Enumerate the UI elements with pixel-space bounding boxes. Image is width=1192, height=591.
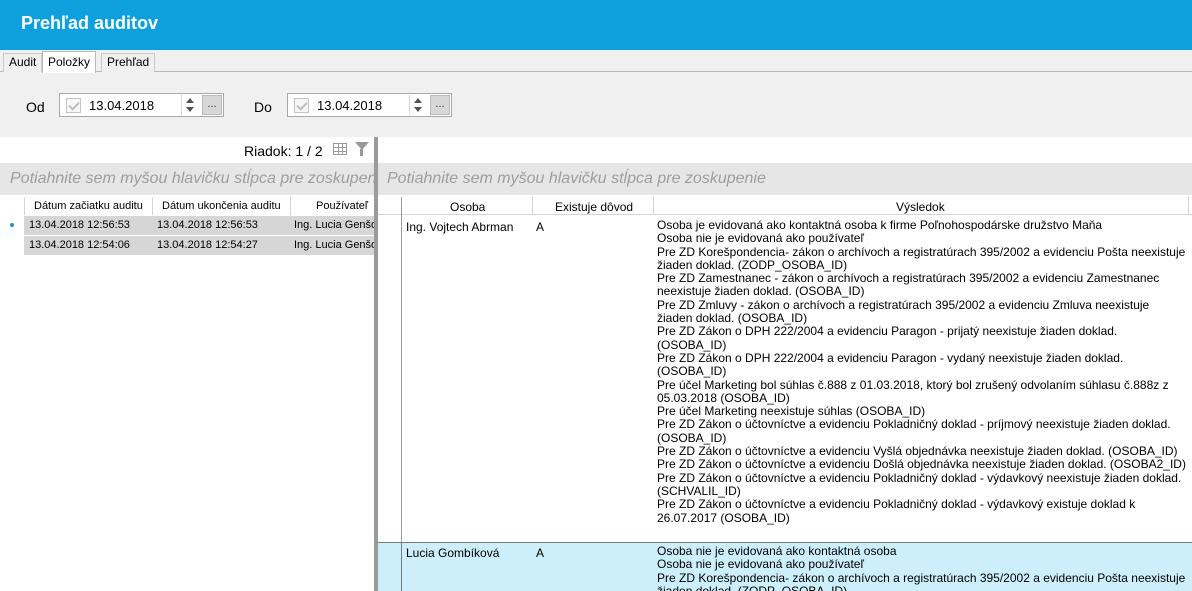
result-line: Pre ZD Zákon o účtovníctve a evidenciu P…	[657, 497, 1136, 525]
tab-polozky[interactable]: Položky	[42, 51, 97, 73]
audit-list-pane: Riadok: 1 / 2 Potiahnite sem myšou hlavi…	[0, 137, 374, 591]
col-header-osoba[interactable]: Osoba	[450, 200, 485, 214]
result-line: Pre ZD Zákon o účtovníctve a evidenciu P…	[657, 417, 1171, 445]
table-row[interactable]: 13.04.2018 12:56:53 13.04.2018 12:56:53 …	[24, 216, 374, 235]
cell-vysledok: Osoba je evidovaná ako kontaktná osoba k…	[657, 218, 1187, 525]
table-row[interactable]: 13.04.2018 12:54:06 13.04.2018 12:54:27 …	[24, 236, 374, 255]
row-counter: Riadok: 1 / 2	[244, 143, 323, 159]
from-label: Od	[26, 99, 45, 115]
table-row-selected[interactable]: Lucia Gombíková A Osoba nie je evidovaná…	[378, 542, 1192, 591]
cell-vysledok: Osoba nie je evidovaná ako kontaktná oso…	[657, 544, 1187, 591]
cell-end: 13.04.2018 12:56:53	[157, 219, 258, 231]
result-line: Pre ZD Zákon o DPH 222/2004 a evidenciu …	[657, 350, 1124, 379]
to-date-ellipsis-button[interactable]: ...	[430, 95, 450, 115]
result-line: Pre ZD Zamestnanec - zákon o archívoch a…	[657, 271, 1160, 299]
row-info-bar: Riadok: 1 / 2	[0, 137, 374, 163]
col-header-dovod[interactable]: Existuje dôvod	[555, 200, 633, 214]
tab-strip: Audit Položky Prehľad	[0, 50, 1192, 73]
to-date-checkbox[interactable]	[294, 98, 309, 113]
right-grid-header: Osoba Existuje dôvod Výsledok	[378, 197, 1192, 215]
result-line: Osoba nie je evidovaná ako kontaktná oso…	[657, 544, 897, 558]
cell-dovod: A	[536, 546, 545, 560]
result-pane: Potiahnite sem myšou hlavičku stĺpca pre…	[378, 137, 1192, 591]
result-line: Pre ZD Zákon o DPH 222/2004 a evidenciu …	[657, 324, 1118, 352]
from-date-checkbox[interactable]	[66, 98, 81, 113]
spin-up-icon[interactable]	[414, 98, 422, 103]
tab-prehlad[interactable]: Prehľad	[101, 53, 156, 72]
table-row[interactable]: Ing. Vojtech Abrman A Osoba je evidovaná…	[378, 216, 1192, 542]
date-filter-bar: Od 13.04.2018 ... Do 13.04.2018 ...	[0, 72, 1192, 137]
page-title: Prehľad auditov	[21, 13, 158, 33]
to-date-picker[interactable]: 13.04.2018 ...	[287, 93, 452, 117]
cell-osoba: Ing. Vojtech Abrman	[406, 220, 514, 234]
cell-start: 13.04.2018 12:54:06	[29, 239, 130, 251]
cell-end: 13.04.2018 12:54:27	[157, 239, 258, 251]
col-header-end[interactable]: Dátum ukončenia auditu	[162, 200, 281, 212]
spin-down-icon[interactable]	[414, 107, 422, 112]
result-line: Osoba je evidovaná ako kontaktná osoba k…	[657, 218, 1103, 232]
result-line: Pre ZD Zmluvy - zákon o archívoch a regi…	[657, 297, 1150, 326]
filter-icon[interactable]	[355, 142, 369, 156]
left-group-panel[interactable]: Potiahnite sem myšou hlavičku stĺpca pre…	[0, 163, 374, 195]
col-header-vysledok[interactable]: Výsledok	[896, 200, 945, 214]
from-date-spinner[interactable]	[181, 95, 199, 115]
result-line: Osoba nie je evidovaná ako používateľ	[657, 557, 864, 572]
from-date-ellipsis-button[interactable]: ...	[202, 95, 222, 115]
result-line: Pre ZD Korešpondencia- zákon o archívoch…	[657, 244, 1186, 272]
to-date-value[interactable]: 13.04.2018	[317, 98, 382, 113]
cell-start: 13.04.2018 12:56:53	[29, 219, 130, 231]
left-grid-header: Dátum začiatku auditu Dátum ukončenia au…	[0, 197, 374, 215]
result-line: Pre ZD Zákon o účtovníctve a evidenciu P…	[657, 470, 1182, 498]
result-line: Pre účel Marketing neexistuje súhlas (OS…	[657, 404, 926, 419]
col-header-start[interactable]: Dátum začiatku auditu	[34, 200, 143, 212]
result-line: Osoba nie je evidovaná ako používateľ	[657, 231, 864, 246]
cell-user: Ing. Lucia Genšor	[294, 239, 374, 251]
result-line: Pre ZD Zákon o účtovníctve a evidenciu D…	[657, 457, 1186, 472]
col-header-user[interactable]: Používateľ	[316, 200, 368, 212]
to-label: Do	[254, 99, 272, 115]
cell-user: Ing. Lucia Genšor	[294, 219, 374, 231]
cell-dovod: A	[536, 220, 545, 234]
result-line: Pre ZD Korešpondencia- zákon o archívoch…	[657, 570, 1186, 591]
to-date-spinner[interactable]	[409, 95, 427, 115]
result-line: Pre účel Marketing bol súhlas č.888 z 01…	[657, 377, 1169, 405]
spin-up-icon[interactable]	[186, 98, 194, 103]
right-group-panel[interactable]: Potiahnite sem myšou hlavičku stĺpca pre…	[378, 163, 1192, 195]
result-line: Pre ZD Zákon o účtovníctve a evidenciu V…	[657, 444, 1178, 459]
cell-osoba: Lucia Gombíková	[406, 546, 500, 560]
current-row-indicator	[10, 223, 14, 227]
tab-audit[interactable]: Audit	[3, 53, 43, 72]
from-date-value[interactable]: 13.04.2018	[89, 98, 154, 113]
from-date-picker[interactable]: 13.04.2018 ...	[59, 93, 224, 117]
grid-layout-icon[interactable]	[333, 143, 347, 155]
title-bar: Prehľad auditov	[0, 0, 1192, 50]
spin-down-icon[interactable]	[186, 107, 194, 112]
